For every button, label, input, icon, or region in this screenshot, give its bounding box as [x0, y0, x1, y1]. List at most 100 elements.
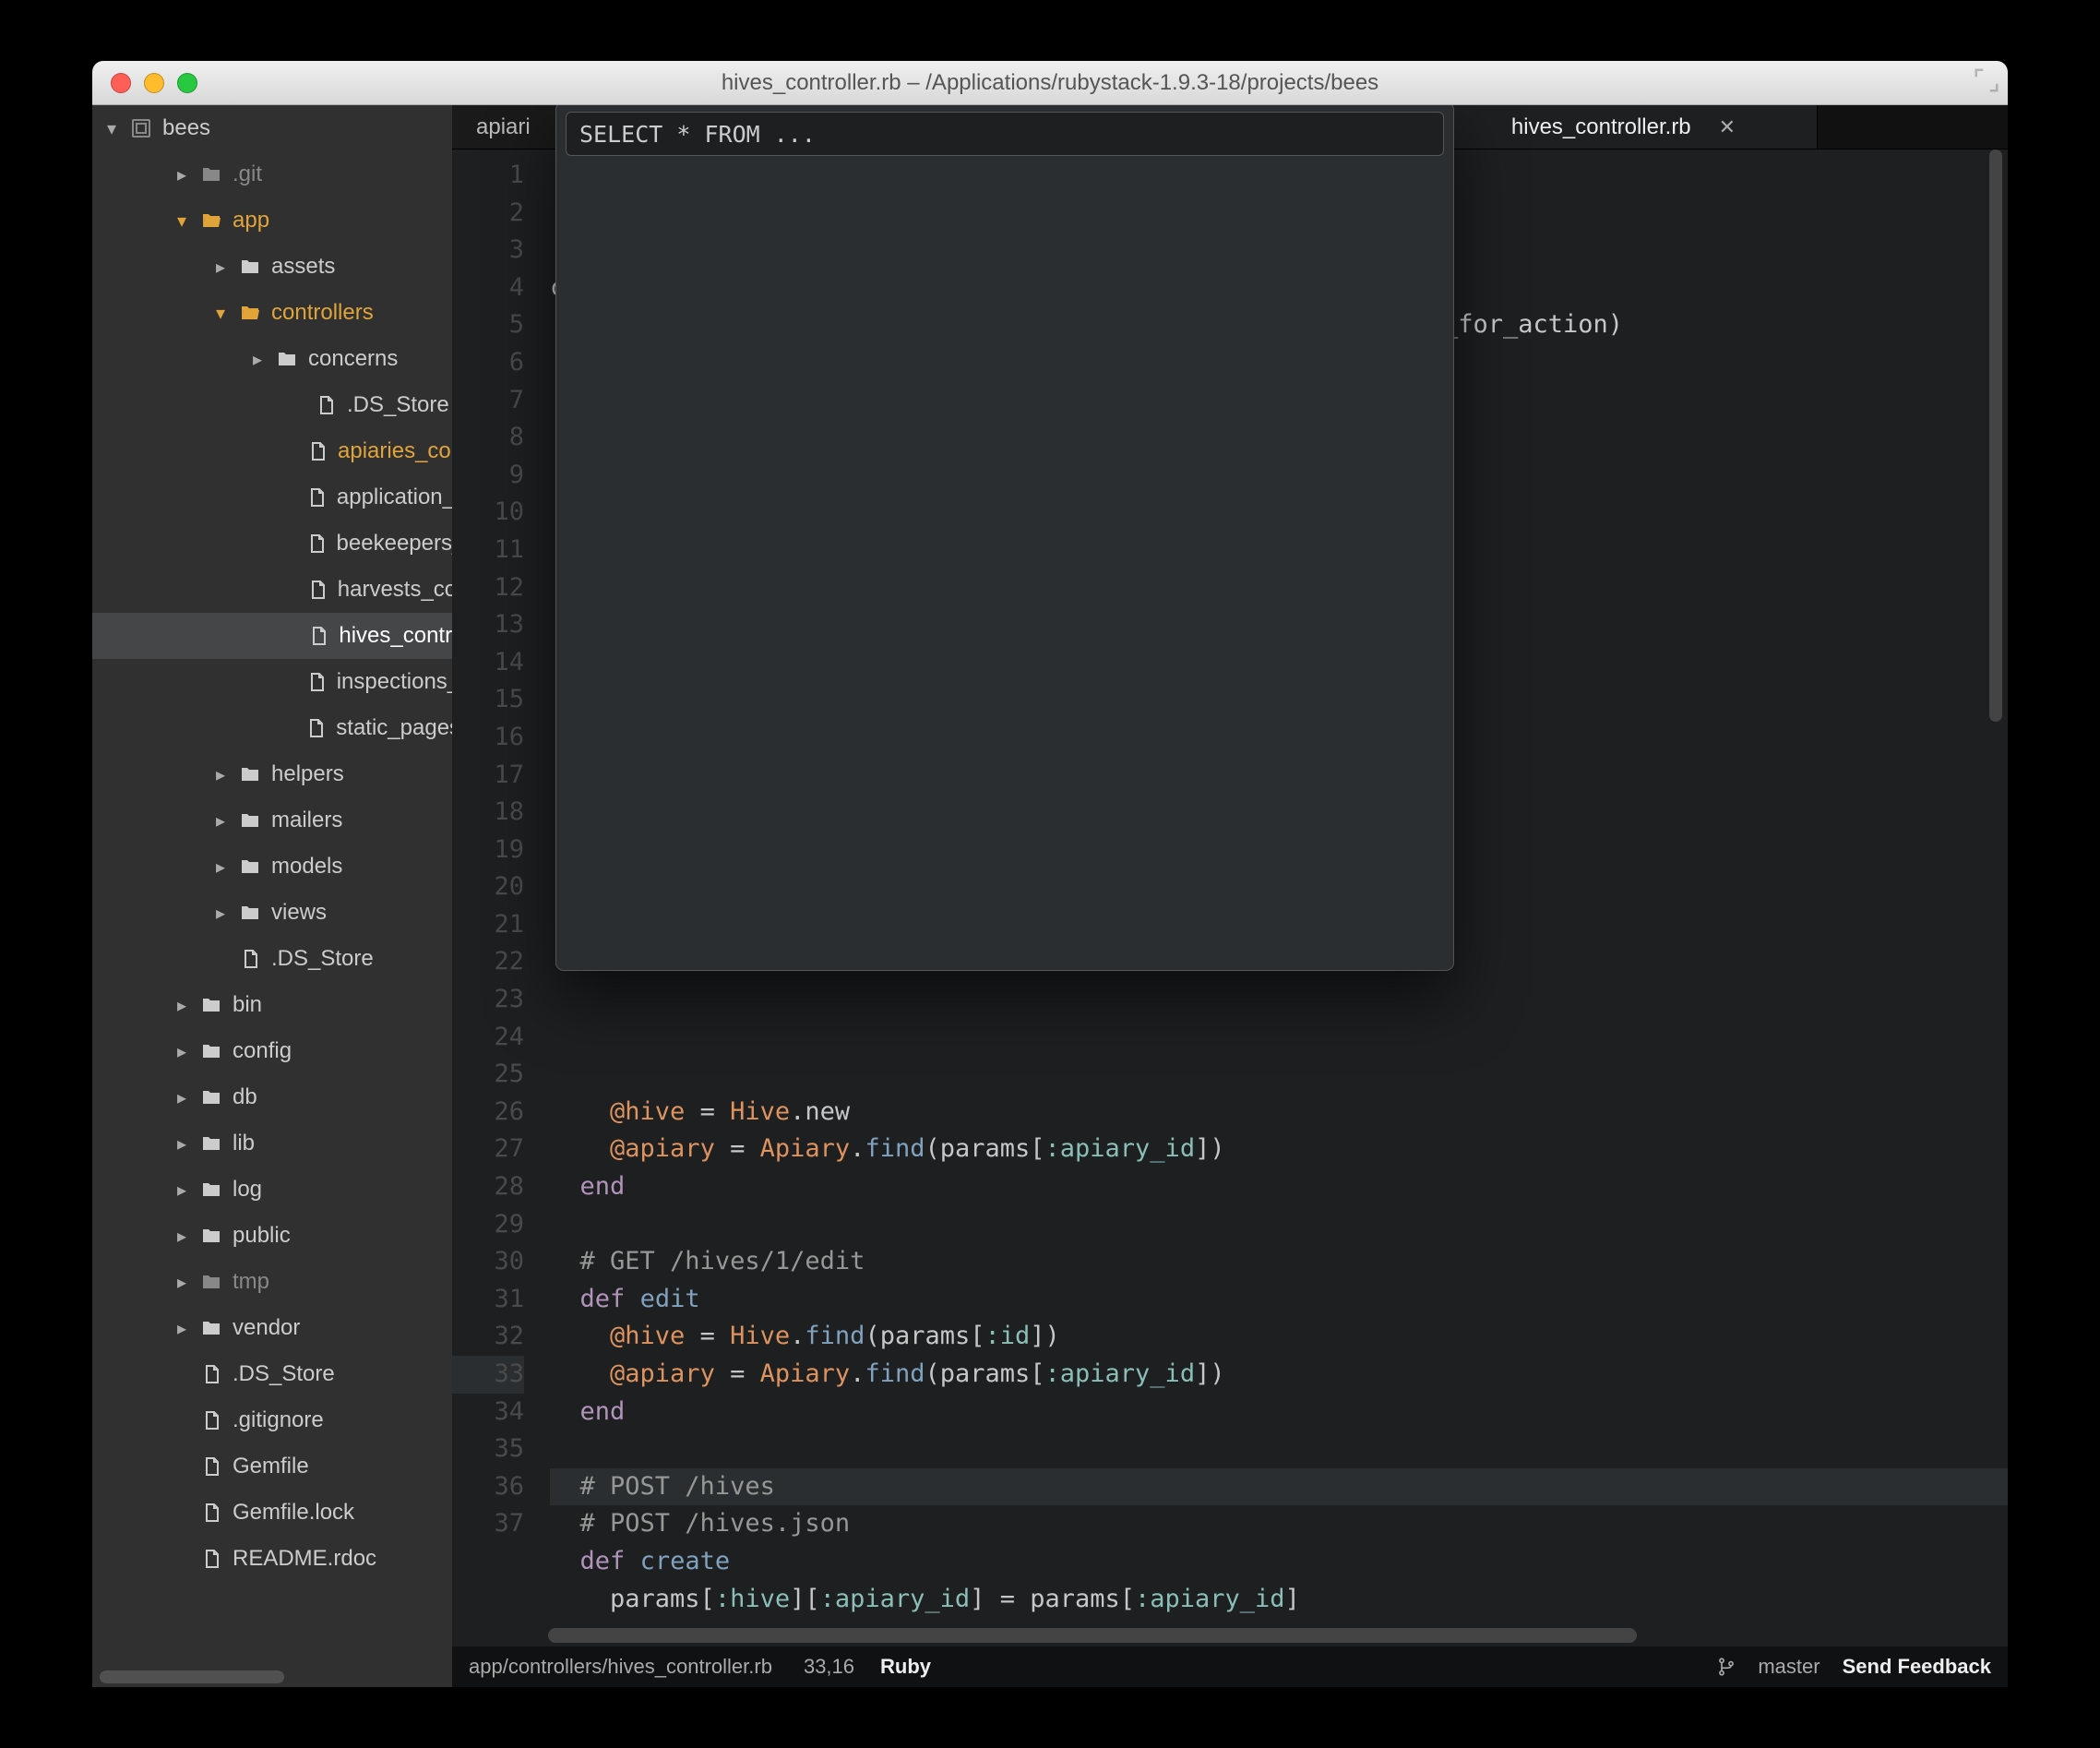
tree-item-label: helpers [271, 761, 344, 787]
folder-helpers[interactable]: helpers [92, 751, 452, 797]
tab-hives-controller[interactable]: hives_controller.rb ✕ [1430, 105, 1818, 149]
chevron-right-icon[interactable] [173, 1086, 190, 1109]
folder-icon [238, 302, 262, 324]
status-cursor-pos: 33,16 [804, 1655, 854, 1679]
file-inspections-controller-rb[interactable]: inspections_controller.rb [92, 659, 452, 705]
fullscreen-icon[interactable] [1973, 66, 2000, 94]
file-application-controller-rb[interactable]: application_controller.rb [92, 474, 452, 521]
file--ds-store[interactable]: .DS_Store [92, 382, 452, 428]
scroll-thumb[interactable] [100, 1670, 284, 1683]
git-branch[interactable]: master [1758, 1655, 1820, 1679]
folder-icon [199, 163, 223, 186]
folder-controllers[interactable]: controllers [92, 290, 452, 336]
tree-item-label: concerns [308, 346, 398, 372]
file-icon [304, 717, 327, 739]
file-icon [199, 1548, 223, 1570]
folder-vendor[interactable]: vendor [92, 1305, 452, 1351]
tree-item-label: lib [233, 1131, 255, 1156]
folder-config[interactable]: config [92, 1028, 452, 1074]
file--gitignore[interactable]: .gitignore [92, 1397, 452, 1443]
chevron-down-icon[interactable] [103, 117, 120, 140]
file-icon [199, 1409, 223, 1431]
folder-icon [199, 1225, 223, 1247]
chevron-right-icon[interactable] [212, 856, 229, 879]
command-input[interactable] [566, 112, 1444, 156]
app-body: bees .git app assets controllers concerns .DS… [92, 105, 2008, 1687]
folder-bin[interactable]: bin [92, 982, 452, 1028]
chevron-right-icon[interactable] [173, 994, 190, 1017]
folder-icon [199, 1040, 223, 1062]
tab-label: apiari [476, 114, 531, 140]
file-gemfile-lock[interactable]: Gemfile.lock [92, 1490, 452, 1536]
folder-tmp[interactable]: tmp [92, 1259, 452, 1305]
close-icon[interactable]: ✕ [1719, 115, 1736, 139]
sidebar-scrollbar[interactable] [92, 1667, 452, 1687]
file-hives-controller-rb[interactable]: hives_controller.rb [92, 613, 452, 659]
folder-db[interactable]: db [92, 1074, 452, 1120]
chevron-down-icon[interactable] [212, 302, 229, 325]
folder-icon [275, 348, 299, 370]
file-gemfile[interactable]: Gemfile [92, 1443, 452, 1490]
chevron-right-icon[interactable] [212, 763, 229, 786]
chevron-right-icon[interactable] [173, 1040, 190, 1063]
folder-log[interactable]: log [92, 1167, 452, 1213]
tree-item-label: controllers [271, 300, 374, 326]
scroll-thumb[interactable] [548, 1628, 1637, 1643]
file-static-pages-controller-rb[interactable]: static_pages_controller.rb [92, 705, 452, 751]
tree-item-label: Gemfile.lock [233, 1500, 354, 1526]
file-beekeepers-controller-rb[interactable]: beekeepers_controller.rb [92, 521, 452, 567]
chevron-right-icon[interactable] [173, 1179, 190, 1202]
folder-app[interactable]: app [92, 198, 452, 244]
command-palette[interactable] [556, 105, 1453, 970]
tree-item-label: mailers [271, 808, 342, 833]
folder-icon [199, 1179, 223, 1201]
folder-icon [199, 1317, 223, 1339]
tree-item-label: public [233, 1223, 291, 1249]
git-branch-icon [1717, 1658, 1736, 1676]
folder-assets[interactable]: assets [92, 244, 452, 290]
tree-item-label: tmp [233, 1269, 269, 1295]
tree-item-label: assets [271, 254, 335, 280]
tree-item-label: apiaries_controller.rb [338, 438, 452, 464]
folder-lib[interactable]: lib [92, 1120, 452, 1167]
chevron-right-icon[interactable] [212, 902, 229, 925]
chevron-right-icon[interactable] [173, 1225, 190, 1248]
file-icon [199, 1502, 223, 1524]
tree-item-label: vendor [233, 1315, 300, 1341]
editor-v-scrollbar[interactable] [1987, 150, 2006, 1658]
folder-concerns[interactable]: concerns [92, 336, 452, 382]
scroll-thumb[interactable] [1989, 150, 2002, 722]
tree-item-label: inspections_controller.rb [337, 669, 452, 695]
file-readme-rdoc[interactable]: README.rdoc [92, 1536, 452, 1582]
tree-item-label: harvests_controller.rb [338, 577, 452, 603]
chevron-right-icon[interactable] [173, 1132, 190, 1155]
folder-models[interactable]: models [92, 844, 452, 890]
status-bar: app/controllers/hives_controller.rb 33,1… [452, 1646, 2008, 1687]
editor-h-scrollbar[interactable] [452, 1624, 2008, 1646]
chevron-right-icon[interactable] [249, 348, 266, 371]
folder-icon [238, 902, 262, 924]
tree-item-label: .git [233, 162, 262, 187]
send-feedback[interactable]: Send Feedback [1843, 1655, 1991, 1679]
project-root[interactable]: bees [92, 105, 452, 151]
status-language[interactable]: Ruby [880, 1655, 931, 1679]
titlebar[interactable]: hives_controller.rb – /Applications/ruby… [92, 61, 2008, 105]
file-tree[interactable]: .git app assets controllers concerns .DS_Stor… [92, 151, 452, 1667]
chevron-right-icon[interactable] [173, 1317, 190, 1340]
folder-icon [238, 763, 262, 785]
line-number-gutter: 1234567891011121314151617181920212223242… [452, 150, 539, 1624]
folder-public[interactable]: public [92, 1213, 452, 1259]
chevron-right-icon[interactable] [173, 1271, 190, 1294]
file-harvests-controller-rb[interactable]: harvests_controller.rb [92, 567, 452, 613]
folder-mailers[interactable]: mailers [92, 797, 452, 844]
file--ds-store[interactable]: .DS_Store [92, 1351, 452, 1397]
file-apiaries-controller-rb[interactable]: apiaries_controller.rb [92, 428, 452, 474]
chevron-down-icon[interactable] [173, 210, 190, 233]
folder--git[interactable]: .git [92, 151, 452, 198]
file--ds-store[interactable]: .DS_Store [92, 936, 452, 982]
folder-icon [199, 210, 223, 232]
chevron-right-icon[interactable] [173, 163, 190, 186]
folder-views[interactable]: views [92, 890, 452, 936]
chevron-right-icon[interactable] [212, 256, 229, 279]
chevron-right-icon[interactable] [212, 809, 229, 832]
